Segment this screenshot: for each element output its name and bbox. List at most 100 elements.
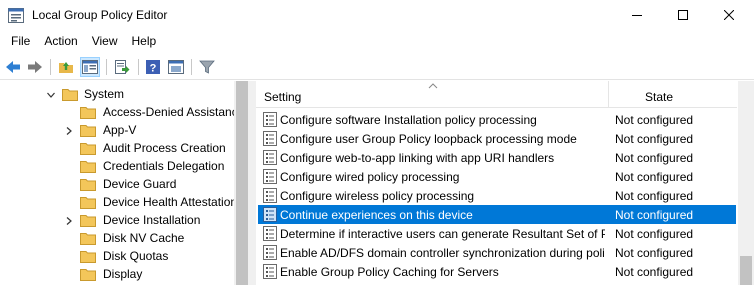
filter-button[interactable] bbox=[197, 57, 217, 77]
folder-icon bbox=[80, 233, 96, 245]
tree-item-device-installation[interactable]: Device Installation bbox=[103, 211, 200, 229]
list-row[interactable]: Configure web-to-app linking with app UR… bbox=[258, 148, 736, 167]
svg-text:?: ? bbox=[150, 63, 157, 75]
setting-name: Configure web-to-app linking with app UR… bbox=[280, 151, 555, 165]
window-title: Local Group Policy Editor bbox=[32, 8, 168, 22]
group-policy-app-icon bbox=[8, 8, 24, 23]
toolbar-separator bbox=[50, 59, 51, 75]
forward-arrow-icon bbox=[28, 61, 42, 73]
show-hide-tree-button[interactable] bbox=[80, 57, 100, 77]
setting-name: Configure software Installation policy p… bbox=[280, 113, 537, 127]
menu-action[interactable]: Action bbox=[37, 31, 84, 51]
setting-name: Configure user Group Policy loopback pro… bbox=[280, 132, 577, 146]
folder-icon bbox=[80, 161, 96, 173]
properties-button[interactable] bbox=[166, 57, 186, 77]
policy-setting-icon bbox=[263, 264, 277, 279]
list-row-selected[interactable]: Continue experiences on this device Not … bbox=[258, 205, 736, 224]
help-icon: ? bbox=[146, 60, 160, 75]
console-tree: System Access-Denied Assistance App-V Au… bbox=[0, 81, 250, 285]
list-row[interactable]: Configure user Group Policy loopback pro… bbox=[258, 129, 736, 148]
folder-icon bbox=[62, 89, 78, 101]
list-row[interactable]: Enable Group Policy Caching for Servers … bbox=[258, 262, 736, 281]
tree-item-disk-nv-cache[interactable]: Disk NV Cache bbox=[103, 229, 184, 247]
tree-scrollbar-thumb[interactable] bbox=[236, 81, 248, 285]
folder-icon bbox=[80, 179, 96, 191]
folder-icon bbox=[80, 143, 96, 155]
export-list-button[interactable] bbox=[112, 57, 132, 77]
setting-state: Not configured bbox=[615, 113, 694, 127]
setting-state: Not configured bbox=[615, 189, 694, 203]
tree-scrollbar[interactable] bbox=[234, 81, 250, 285]
tree-item-app-v[interactable]: App-V bbox=[103, 121, 136, 139]
tree-item-credentials-delegation[interactable]: Credentials Delegation bbox=[103, 157, 224, 175]
filter-icon bbox=[199, 60, 215, 74]
list-row[interactable]: Configure wired policy processing Not co… bbox=[258, 167, 736, 186]
menu-file[interactable]: File bbox=[4, 31, 37, 51]
policy-setting-icon bbox=[263, 245, 277, 260]
folder-icon bbox=[80, 269, 96, 281]
forward-button[interactable] bbox=[25, 57, 45, 77]
column-divider[interactable] bbox=[608, 81, 609, 108]
sort-ascending-icon bbox=[428, 83, 438, 89]
tree-item-device-health-attestation[interactable]: Device Health Attestation Service bbox=[103, 193, 249, 211]
policy-setting-icon bbox=[263, 207, 277, 222]
tree-item-disk-quotas[interactable]: Disk Quotas bbox=[103, 247, 168, 265]
folder-icon bbox=[80, 215, 96, 227]
tree-item-access-denied-assistance[interactable]: Access-Denied Assistance bbox=[103, 103, 244, 121]
toolbar-separator bbox=[138, 59, 139, 75]
policy-setting-icon bbox=[263, 112, 277, 127]
export-list-icon bbox=[115, 60, 130, 74]
properties-icon bbox=[168, 60, 184, 74]
title-bar: Local Group Policy Editor bbox=[0, 0, 754, 31]
setting-name: Enable AD/DFS domain controller synchron… bbox=[280, 246, 605, 260]
list-row[interactable]: Configure wireless policy processing Not… bbox=[258, 186, 736, 205]
setting-state: Not configured bbox=[615, 170, 694, 184]
tree-item-display[interactable]: Display bbox=[103, 265, 142, 283]
setting-state: Not configured bbox=[615, 227, 694, 241]
column-header-setting[interactable]: Setting bbox=[264, 90, 301, 104]
list-row[interactable]: Configure software Installation policy p… bbox=[258, 110, 736, 129]
maximize-icon bbox=[678, 10, 688, 20]
setting-state: Not configured bbox=[615, 151, 694, 165]
tree-item-audit-process-creation[interactable]: Audit Process Creation bbox=[103, 139, 226, 157]
tree-item-system[interactable]: System bbox=[84, 85, 124, 103]
column-header-state[interactable]: State bbox=[645, 90, 673, 104]
close-button[interactable] bbox=[706, 0, 752, 30]
setting-state: Not configured bbox=[615, 208, 694, 222]
list-row[interactable]: Determine if interactive users can gener… bbox=[258, 224, 736, 243]
tree-item-device-guard[interactable]: Device Guard bbox=[103, 175, 176, 193]
setting-state: Not configured bbox=[615, 132, 694, 146]
folder-icon bbox=[80, 107, 96, 119]
policy-setting-icon bbox=[263, 188, 277, 203]
policy-setting-icon bbox=[263, 150, 277, 165]
setting-name: Determine if interactive users can gener… bbox=[280, 227, 605, 241]
close-icon bbox=[724, 10, 734, 20]
back-button[interactable] bbox=[3, 57, 23, 77]
policy-setting-icon bbox=[263, 226, 277, 241]
collapsed-chevron-icon[interactable] bbox=[64, 216, 74, 226]
list-scrollbar[interactable] bbox=[738, 81, 754, 285]
setting-state: Not configured bbox=[615, 246, 694, 260]
help-button[interactable]: ? bbox=[143, 57, 163, 77]
toolbar-separator bbox=[106, 59, 107, 75]
minimize-icon bbox=[632, 15, 642, 16]
setting-name: Continue experiences on this device bbox=[280, 208, 473, 222]
list-scrollbar-thumb[interactable] bbox=[740, 256, 752, 285]
settings-list: Setting State Configure software Install… bbox=[256, 81, 754, 285]
expanded-chevron-icon[interactable] bbox=[46, 90, 56, 100]
setting-name: Configure wired policy processing bbox=[280, 170, 460, 184]
folder-up-icon bbox=[59, 62, 73, 73]
setting-name: Enable Group Policy Caching for Servers bbox=[280, 265, 499, 279]
toolbar: ? bbox=[0, 53, 754, 80]
policy-setting-icon bbox=[263, 131, 277, 146]
menu-help[interactable]: Help bbox=[125, 31, 164, 51]
minimize-button[interactable] bbox=[614, 0, 660, 30]
collapsed-chevron-icon[interactable] bbox=[64, 126, 74, 136]
folder-icon bbox=[80, 197, 96, 209]
folder-icon bbox=[80, 125, 96, 137]
menu-bar: File Action View Help bbox=[0, 31, 754, 51]
menu-view[interactable]: View bbox=[85, 31, 125, 51]
maximize-button[interactable] bbox=[660, 0, 706, 30]
up-one-level-button[interactable] bbox=[56, 57, 76, 77]
list-row[interactable]: Enable AD/DFS domain controller synchron… bbox=[258, 243, 736, 262]
